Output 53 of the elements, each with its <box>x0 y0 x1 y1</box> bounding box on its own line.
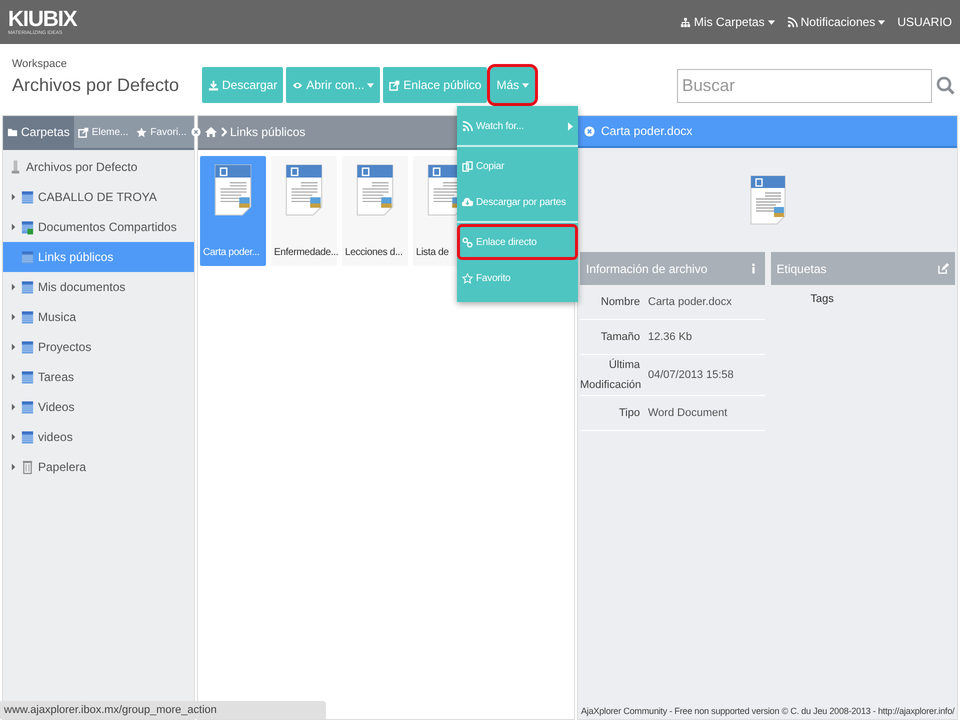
tree-item[interactable]: Mis documentos <box>3 272 194 302</box>
tree-label: Mis documentos <box>38 280 126 294</box>
file-name: Enfermedade... <box>273 247 338 258</box>
workspace-label: Workspace <box>12 58 68 70</box>
details-title: Carta poder.docx <box>601 124 692 138</box>
field-label: Tamaño <box>600 330 640 345</box>
tree-label: Documentos Compartidos <box>38 220 177 234</box>
search-field[interactable]: Buscar <box>677 69 932 103</box>
tree-item[interactable]: Musica <box>3 302 194 332</box>
tree-label: Videos <box>38 400 74 414</box>
tree-item[interactable]: videos <box>3 422 194 452</box>
logo-text: KIUBIX <box>8 8 77 30</box>
tree-label: Links públicos <box>38 250 114 264</box>
file-tile[interactable]: Lecciones d... <box>342 156 408 266</box>
field-value: 12.36 Kb <box>648 331 692 343</box>
file-tile[interactable]: Enfermedade... <box>271 156 337 266</box>
tree-label: Musica <box>38 310 76 324</box>
nav-link[interactable]: Mis Carpetas <box>680 15 775 29</box>
sidebar-tab[interactable]: Carpetas <box>3 116 74 148</box>
tree-label: CABALLO DE TROYA <box>38 190 157 204</box>
tree-label: Papelera <box>38 460 86 474</box>
file-name: Carta poder... <box>202 247 260 258</box>
tree-item[interactable]: CABALLO DE TROYA <box>3 182 194 212</box>
status-url: www.ajaxplorer.ibox.mx/group_more_action <box>0 701 326 719</box>
tree-item[interactable]: Papelera <box>3 452 194 482</box>
file-tile[interactable]: Carta poder... <box>200 156 266 266</box>
field-value: Word Document <box>648 407 728 419</box>
tags-text: Tags <box>810 292 835 305</box>
file-name: Lista de <box>415 247 449 258</box>
workspace-title: Archivos por Defecto <box>12 75 180 96</box>
tree-label: videos <box>38 430 73 444</box>
tree-item[interactable]: Documentos Compartidos <box>3 212 194 242</box>
tree-label: Tareas <box>38 370 74 384</box>
breadcrumb[interactable]: Links públicos <box>230 125 306 139</box>
tree-item[interactable]: Videos <box>3 392 194 422</box>
file-name: Lecciones d... <box>344 247 403 258</box>
field-label: Última Modificación <box>580 358 640 393</box>
card-title: Etiquetas <box>776 262 827 276</box>
tree-label: Proyectos <box>38 340 92 354</box>
tree-item[interactable]: Tareas <box>3 362 194 392</box>
card-title: Información de archivo <box>586 262 708 276</box>
footer-text: AjaXplorer Community - Free non supported version © C. du Jeu 2008-2013 - http://ajaxplorer.info/ <box>580 706 956 718</box>
tree-item[interactable]: Links públicos <box>3 242 194 272</box>
nav-link[interactable]: USUARIO <box>897 15 952 29</box>
sidebar-tab[interactable]: Eleme... <box>74 116 132 148</box>
tree-item[interactable]: Proyectos <box>3 332 194 362</box>
tree-item[interactable]: Archivos por Defecto <box>3 152 194 182</box>
sidebar-tab[interactable]: Favori... <box>132 116 191 148</box>
field-label: Nombre <box>600 295 640 310</box>
field-label: Tipo <box>618 406 640 421</box>
field-value: 04/07/2013 15:58 <box>648 369 734 381</box>
nav-link[interactable]: Notificaciones <box>786 15 886 29</box>
field-value: Carta poder.docx <box>648 296 732 308</box>
